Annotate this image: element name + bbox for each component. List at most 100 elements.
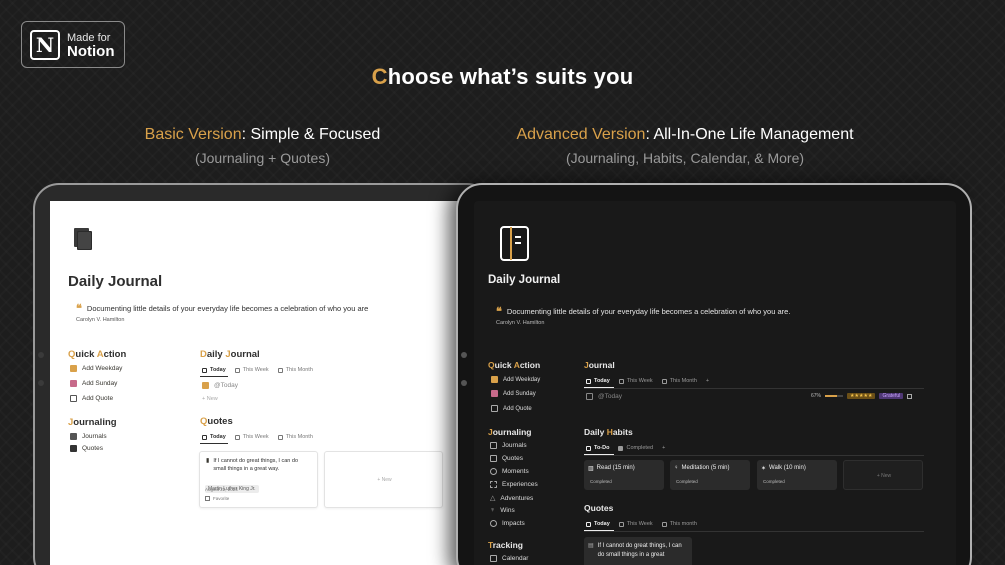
add-view-button[interactable]: + bbox=[662, 445, 665, 451]
tablet-dot bbox=[461, 380, 467, 386]
tab-this-week[interactable]: This Week bbox=[618, 378, 653, 384]
habit-card-meditation[interactable]: ♀ Meditation (5 min) Completed bbox=[670, 460, 750, 490]
table-icon bbox=[202, 434, 207, 440]
new-entry-button[interactable]: + New bbox=[202, 396, 218, 402]
meditation-icon: ♀ bbox=[674, 465, 679, 471]
add-quote-button[interactable]: Add Quote bbox=[491, 405, 532, 412]
heart-icon bbox=[490, 520, 497, 527]
adventures-link[interactable]: △ Adventures bbox=[490, 494, 533, 503]
page-title: Daily Journal bbox=[68, 273, 163, 290]
add-quote-button[interactable]: Add Quote bbox=[70, 395, 113, 402]
journal-icon bbox=[491, 390, 498, 397]
tab-this-month[interactable]: This Month bbox=[661, 378, 697, 384]
calendar-icon bbox=[618, 521, 624, 527]
tracking-heading: Tracking bbox=[488, 540, 523, 550]
quote-edit-icon bbox=[70, 395, 77, 402]
moments-link[interactable]: Moments bbox=[490, 468, 529, 475]
trophy-icon: ♆ bbox=[490, 507, 496, 514]
tab-today[interactable]: Today bbox=[586, 378, 610, 384]
tab-this-week[interactable]: This Week bbox=[234, 434, 269, 440]
quotes-link[interactable]: Quotes bbox=[70, 445, 103, 452]
walk-icon: ✶ bbox=[761, 466, 767, 472]
basic-version-title: Basic Version: Simple & Focused bbox=[130, 126, 395, 144]
bookmark-icon bbox=[70, 445, 77, 452]
tab-this-month[interactable]: This Month bbox=[277, 367, 313, 373]
quote-mark-icon: ❝ bbox=[76, 303, 82, 315]
new-quote-card[interactable]: + New bbox=[324, 451, 443, 508]
sun-icon bbox=[490, 468, 497, 475]
grid-icon bbox=[490, 481, 497, 488]
checkbox-icon bbox=[586, 445, 591, 451]
quick-action-heading: Quick Action bbox=[68, 349, 127, 360]
journal-icon bbox=[70, 365, 77, 372]
journal-icon bbox=[202, 382, 209, 389]
favorite-checkbox[interactable]: Favorite bbox=[205, 496, 229, 501]
add-view-button[interactable]: + bbox=[706, 378, 709, 384]
mood-tag: Grateful bbox=[879, 393, 904, 399]
add-sunday-button[interactable]: Add Sunday bbox=[491, 390, 536, 397]
advanced-title-accent: Advanced Version bbox=[516, 126, 646, 143]
new-habit-card[interactable]: + New bbox=[843, 460, 923, 490]
headline-rest: hoose what’s suits you bbox=[387, 64, 634, 89]
quick-action-heading: Quick Action bbox=[488, 360, 541, 370]
journal-entry-row[interactable]: @Today bbox=[586, 393, 622, 400]
habit-status: Completed bbox=[763, 479, 785, 484]
tab-today[interactable]: Today bbox=[586, 521, 610, 527]
journals-link[interactable]: Journals bbox=[490, 442, 527, 449]
quote-icon bbox=[490, 455, 497, 462]
tab-underline bbox=[200, 443, 228, 444]
quote-text: Documenting little details of your every… bbox=[86, 304, 369, 313]
quote-card[interactable]: ▤ If I cannot do great things, I can do … bbox=[584, 537, 692, 565]
wins-link[interactable]: ♆ Wins bbox=[490, 507, 515, 514]
book-icon bbox=[490, 442, 497, 449]
add-weekday-button[interactable]: Add Weekday bbox=[491, 376, 540, 383]
quote-author: Carolyn V. Hamilton bbox=[76, 317, 125, 323]
add-weekday-button[interactable]: Add Weekday bbox=[70, 365, 122, 372]
calendar-link[interactable]: Calendar bbox=[490, 555, 528, 562]
page-title: Daily Journal bbox=[488, 274, 561, 286]
tab-this-month[interactable]: This Month bbox=[277, 434, 313, 440]
bookmark-icon: ▮ bbox=[206, 458, 210, 464]
tab-this-month[interactable]: This month bbox=[661, 521, 697, 527]
quote-mark-icon: ❝ bbox=[496, 306, 502, 318]
journaling-heading: Journaling bbox=[68, 417, 117, 428]
tab-this-week[interactable]: This Week bbox=[234, 367, 269, 373]
tab-today[interactable]: Today bbox=[202, 434, 226, 440]
quotes-link[interactable]: Quotes bbox=[490, 455, 523, 462]
tab-today[interactable]: Today bbox=[202, 367, 226, 373]
tab-to-do[interactable]: To-Do bbox=[586, 445, 609, 451]
checked-icon bbox=[618, 445, 624, 451]
calendar-icon bbox=[618, 378, 624, 384]
progress-bar bbox=[825, 395, 844, 397]
mountain-icon: △ bbox=[490, 495, 496, 502]
calendar-icon bbox=[661, 378, 667, 384]
headline: Choose what’s suits you bbox=[0, 64, 1005, 90]
journals-link[interactable]: Journals bbox=[70, 433, 107, 440]
headline-first-letter: C bbox=[371, 64, 388, 89]
daily-journal-heading: Daily Journal bbox=[200, 349, 260, 360]
quotes-tabs: Today This Week This month bbox=[586, 521, 697, 527]
calendar-icon bbox=[277, 367, 283, 373]
quotes-tabs: Today This Week This Month bbox=[202, 434, 313, 440]
add-sunday-button[interactable]: Add Sunday bbox=[70, 380, 117, 387]
quote-card-text: If I cannot do great things, I can do sm… bbox=[597, 543, 682, 558]
habit-card-walk[interactable]: ✶ Walk (10 min) Completed bbox=[757, 460, 837, 490]
calendar-icon bbox=[234, 434, 240, 440]
divider bbox=[584, 388, 924, 389]
quote-card[interactable]: ▮ If I cannot do great things, I can do … bbox=[199, 451, 318, 508]
tab-this-week[interactable]: This Week bbox=[618, 521, 653, 527]
rating-stars: ★★★★★ bbox=[847, 393, 876, 399]
advanced-version-title: Advanced Version: All-In-One Life Manage… bbox=[480, 126, 890, 144]
badge-line2: Notion bbox=[67, 42, 115, 60]
calendar-icon bbox=[490, 555, 497, 562]
experiences-link[interactable]: Experiences bbox=[490, 481, 538, 488]
habit-title: Walk (10 min) bbox=[769, 465, 806, 471]
calendar-icon bbox=[277, 434, 283, 440]
quote-block: ❝ Documenting little details of your eve… bbox=[76, 302, 368, 315]
tab-completed[interactable]: Completed bbox=[618, 445, 653, 451]
checkbox-icon[interactable] bbox=[907, 393, 913, 399]
habit-card-read[interactable]: ▥ Read (15 min) Completed bbox=[584, 460, 664, 490]
journal-entry-row[interactable]: @Today bbox=[202, 382, 238, 389]
impacts-link[interactable]: Impacts bbox=[490, 520, 525, 527]
table-icon bbox=[202, 367, 207, 373]
